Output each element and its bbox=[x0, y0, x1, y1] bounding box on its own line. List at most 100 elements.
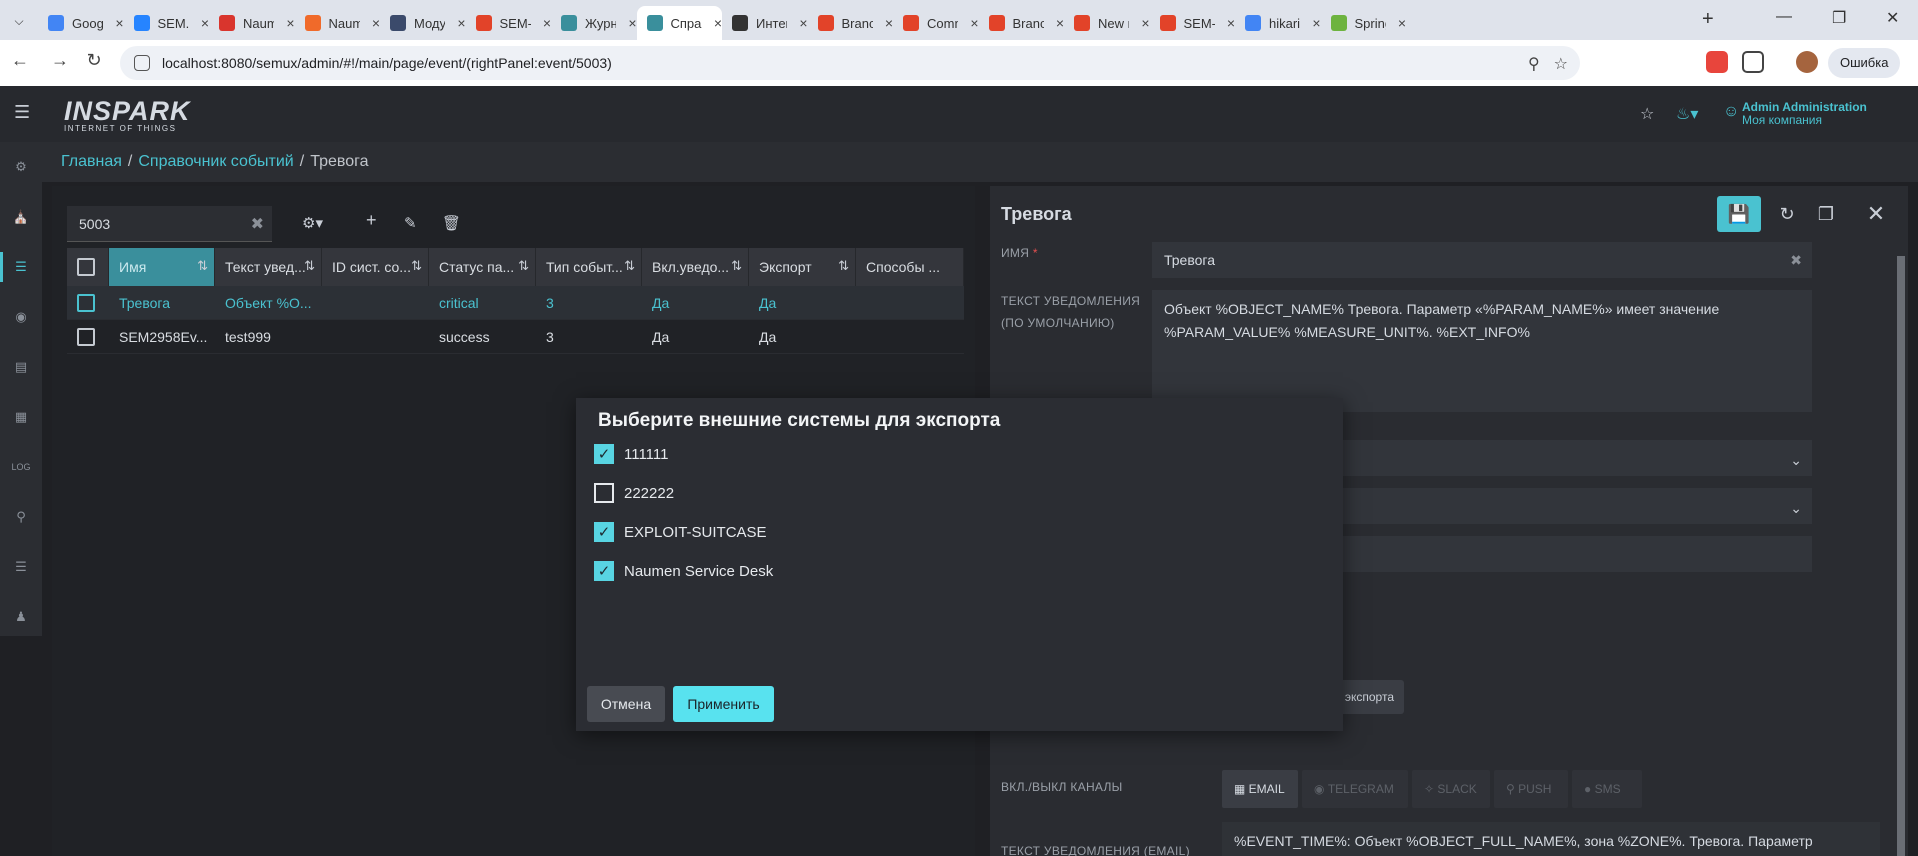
row-checkbox[interactable] bbox=[77, 293, 95, 312]
nav-person-icon[interactable]: ♟ bbox=[0, 592, 42, 642]
column-header[interactable]: Вкл.уведо... ⇅ bbox=[642, 248, 749, 286]
column-header[interactable]: Статус па... ⇅ bbox=[429, 248, 536, 286]
cell-status[interactable]: critical bbox=[429, 286, 536, 319]
restore-icon[interactable]: ❐ bbox=[1832, 8, 1846, 28]
browser-tab[interactable]: Branches × bbox=[979, 6, 1064, 40]
tab-title[interactable]: Spring bbox=[1355, 16, 1386, 31]
window-close-icon[interactable]: ✕ bbox=[1886, 8, 1899, 28]
column-header[interactable]: Текст увед... ⇅ bbox=[215, 248, 322, 286]
tab-close-icon[interactable]: × bbox=[457, 15, 465, 31]
browser-tab[interactable]: Справочник × bbox=[636, 6, 722, 40]
cell-text[interactable]: test999 bbox=[215, 320, 322, 353]
nav-settings-icon[interactable]: ⚙ bbox=[0, 142, 42, 192]
tab-title[interactable]: Справочник bbox=[671, 16, 702, 31]
extensions-puzzle-icon[interactable] bbox=[1742, 51, 1764, 73]
tab-close-icon[interactable]: × bbox=[201, 15, 209, 31]
default-text-field[interactable]: Объект %OBJECT_NAME% Тревога. Параметр «… bbox=[1152, 290, 1812, 412]
chevron-down-icon[interactable]: ⌄ bbox=[1790, 449, 1802, 472]
channel-push-toggle[interactable]: ⚲ PUSH bbox=[1494, 770, 1568, 808]
browser-error-badge[interactable]: Ошибка bbox=[1828, 48, 1901, 78]
breadcrumb-section[interactable]: Справочник событий bbox=[138, 153, 293, 171]
user-menu[interactable]: Admin Administration Моя компания bbox=[1742, 101, 1867, 127]
tab-close-icon[interactable]: × bbox=[1056, 15, 1064, 31]
browser-tab[interactable]: New merge × bbox=[1064, 6, 1150, 40]
cell-sys-id[interactable] bbox=[322, 286, 429, 319]
extension-record-icon[interactable] bbox=[1706, 51, 1728, 73]
column-header[interactable]: Экспорт ⇅ bbox=[749, 248, 856, 286]
address-bar[interactable]: localhost:8080/semux/admin/#!/main/page/… bbox=[120, 46, 1580, 80]
notifications-bell-icon[interactable]: ♨▾ bbox=[1676, 104, 1698, 124]
tab-close-icon[interactable]: × bbox=[799, 15, 807, 31]
sort-icon[interactable]: ⇅ bbox=[304, 258, 315, 274]
sort-icon[interactable]: ⇅ bbox=[411, 258, 422, 274]
tab-title[interactable]: Журнал bbox=[585, 16, 616, 31]
forward-icon[interactable]: → bbox=[48, 50, 72, 71]
tab-title[interactable]: Commits bbox=[927, 16, 958, 31]
nav-report-icon[interactable]: ▦ bbox=[0, 392, 42, 442]
column-header[interactable]: Тип событ... ⇅ bbox=[536, 248, 642, 286]
sort-icon[interactable]: ⇅ bbox=[731, 258, 742, 274]
browser-tab[interactable]: Naumen × bbox=[295, 6, 380, 40]
tab-title[interactable]: Модули bbox=[414, 16, 445, 31]
cell-notify[interactable]: Да bbox=[642, 286, 749, 319]
option-label[interactable]: Naumen Service Desk bbox=[624, 563, 773, 580]
tab-close-icon[interactable]: × bbox=[1141, 15, 1149, 31]
nav-list-icon[interactable]: ☰ bbox=[0, 542, 42, 592]
inspark-logo[interactable]: INSPARK INTERNET OF THINGS bbox=[64, 96, 191, 133]
checkbox-checked-icon[interactable]: ✓ bbox=[594, 522, 614, 542]
site-info-icon[interactable] bbox=[134, 55, 150, 71]
checkbox-checked-icon[interactable]: ✓ bbox=[594, 561, 614, 581]
cell-name[interactable]: SEM2958Ev... bbox=[109, 320, 215, 353]
channel-slack-toggle[interactable]: ✧ SLACK bbox=[1412, 770, 1490, 808]
sort-icon[interactable]: ⇅ bbox=[518, 258, 529, 274]
tab-close-icon[interactable]: × bbox=[115, 15, 123, 31]
option-label[interactable]: 111111 bbox=[624, 446, 669, 463]
tab-close-icon[interactable]: × bbox=[372, 15, 380, 31]
clear-name-icon[interactable]: ✖ bbox=[1790, 250, 1802, 270]
close-panel-icon[interactable]: ✕ bbox=[1854, 196, 1898, 232]
channel-email-toggle[interactable]: ▦ EMAIL bbox=[1222, 770, 1298, 808]
cell-status[interactable]: success bbox=[429, 320, 536, 353]
breadcrumb-home[interactable]: Главная bbox=[61, 153, 122, 171]
checkbox-checked-icon[interactable]: ✓ bbox=[594, 444, 614, 464]
key-icon[interactable]: ⚲ bbox=[1528, 54, 1540, 74]
cell-methods[interactable] bbox=[856, 320, 964, 353]
option-label[interactable]: 222222 bbox=[624, 485, 674, 502]
nav-institution-icon[interactable]: ⛪ bbox=[0, 192, 42, 242]
browser-tab[interactable]: SEM-6 × bbox=[466, 6, 551, 40]
tab-title[interactable]: Naumen bbox=[329, 16, 360, 31]
sort-icon[interactable]: ⇅ bbox=[838, 258, 849, 274]
nav-binoculars-icon[interactable]: ◉ bbox=[0, 292, 42, 342]
export-option[interactable]: 222222 bbox=[594, 483, 674, 503]
browser-tab[interactable]: Интеграции × bbox=[722, 6, 808, 40]
browser-tab[interactable]: SEM. Jira × bbox=[124, 6, 209, 40]
row-checkbox[interactable] bbox=[77, 327, 95, 346]
tab-search-chevron-icon[interactable]: ⌵ bbox=[10, 12, 28, 30]
cell-export[interactable]: Да bbox=[749, 320, 856, 353]
menu-hamburger-icon[interactable]: ☰ bbox=[14, 102, 30, 123]
search-input-value[interactable]: 5003 bbox=[79, 216, 110, 232]
tab-title[interactable]: Branches bbox=[842, 16, 873, 31]
cell-type[interactable]: 3 bbox=[536, 320, 642, 353]
add-icon[interactable]: + bbox=[366, 210, 377, 231]
tab-title[interactable]: SEM-6 bbox=[1184, 16, 1215, 31]
new-tab-icon[interactable]: + bbox=[1702, 8, 1714, 31]
column-header[interactable]: Имя ⇅ bbox=[109, 248, 215, 286]
cell-sys-id[interactable] bbox=[322, 320, 429, 353]
favorites-star-icon[interactable]: ☆ bbox=[1640, 104, 1654, 124]
export-option[interactable]: ✓ Naumen Service Desk bbox=[594, 561, 773, 581]
delete-trash-icon[interactable]: 🗑 bbox=[442, 214, 461, 232]
browser-tab[interactable]: Naumen × bbox=[209, 6, 295, 40]
scrollbar-thumb[interactable] bbox=[1897, 256, 1905, 856]
option-label[interactable]: EXPLOIT-SUITCASE bbox=[624, 524, 767, 541]
bookmark-star-icon[interactable]: ☆ bbox=[1554, 54, 1568, 74]
tab-title[interactable]: Google bbox=[72, 16, 103, 31]
cell-type[interactable]: 3 bbox=[536, 286, 642, 319]
back-icon[interactable]: ← bbox=[8, 50, 32, 71]
tab-title[interactable]: Naumen bbox=[243, 16, 274, 31]
cell-text[interactable]: Объект %O... bbox=[215, 286, 322, 319]
tab-close-icon[interactable]: × bbox=[628, 15, 636, 31]
chevron-down-icon[interactable]: ⌄ bbox=[1790, 497, 1802, 520]
tab-close-icon[interactable]: × bbox=[1227, 15, 1235, 31]
browser-tab[interactable]: Commits × bbox=[893, 6, 979, 40]
